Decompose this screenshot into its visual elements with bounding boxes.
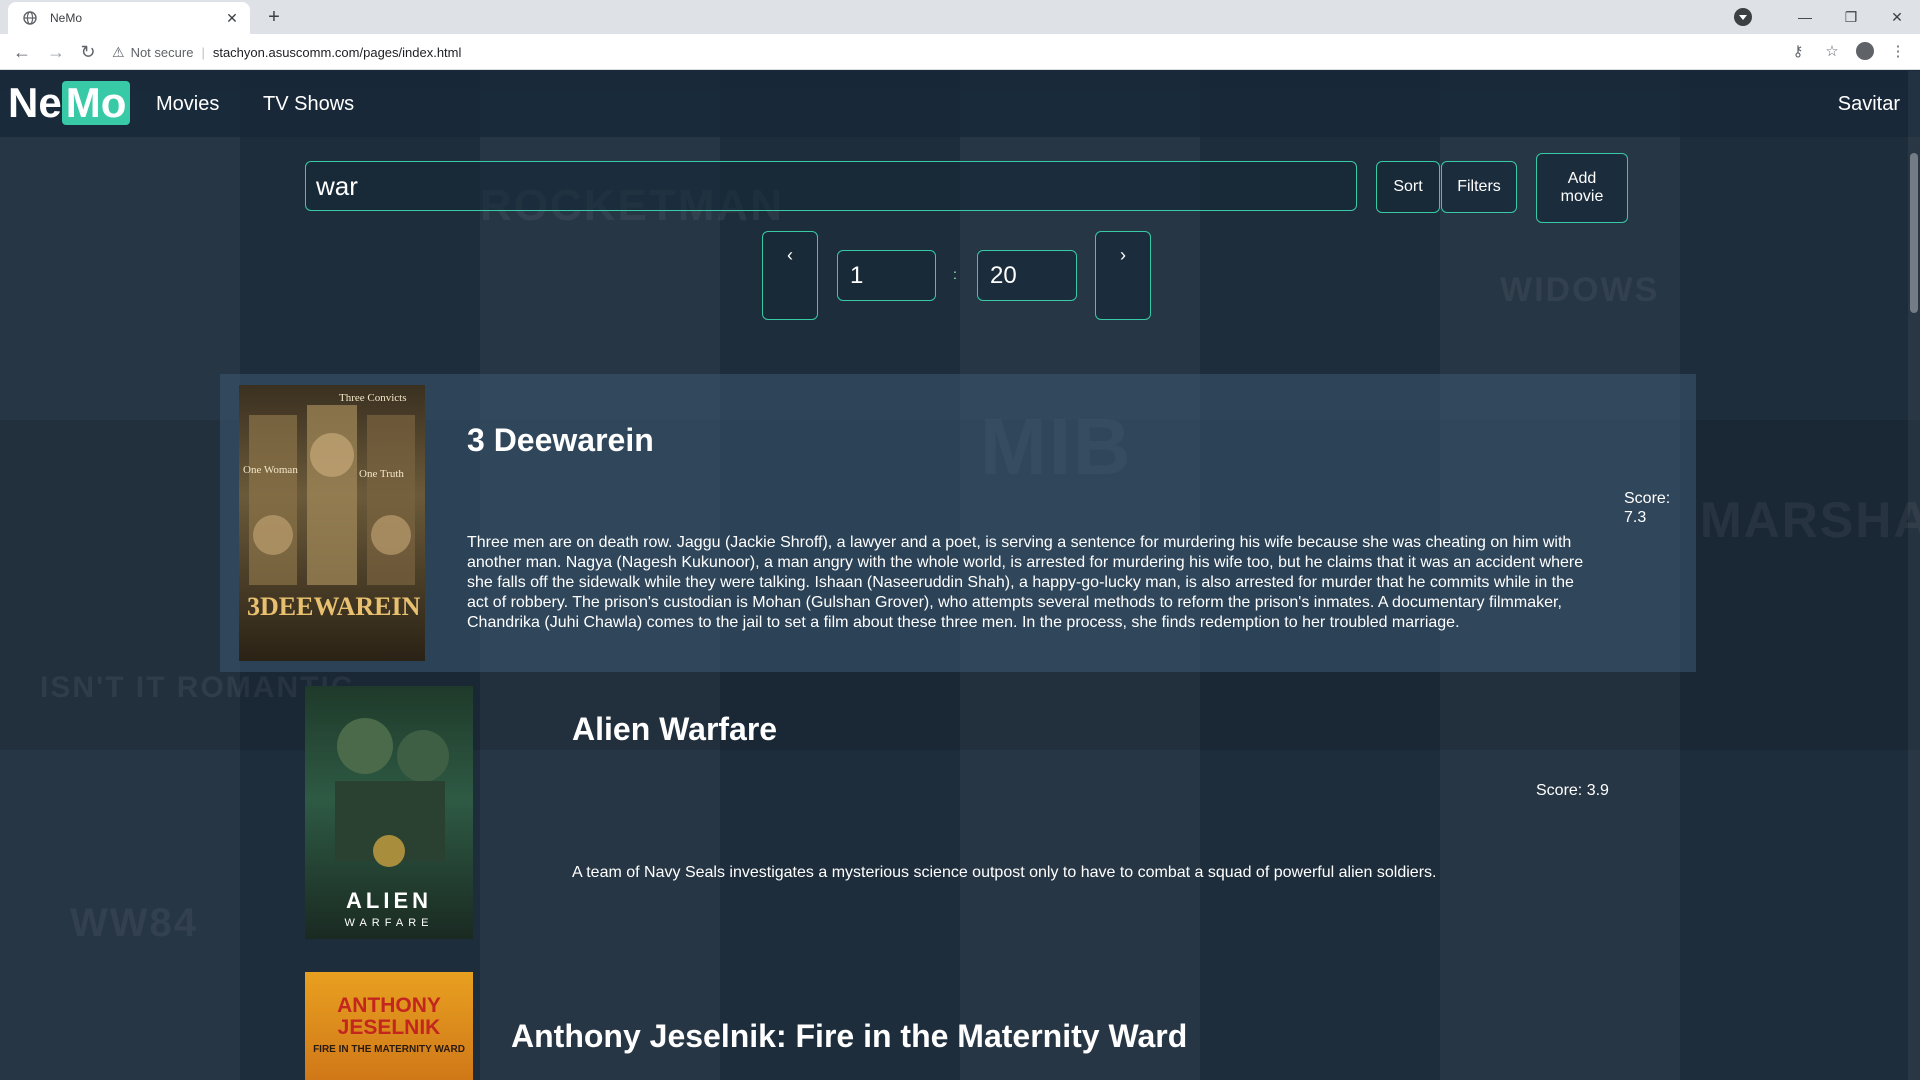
tab-search-icon[interactable] (1734, 8, 1752, 26)
movie-card[interactable]: ANTHONY JESELNIK FIRE IN THE MATERNITY W… (305, 972, 1625, 1080)
background-poster-text: WW84 (70, 901, 198, 945)
movie-title[interactable]: 3 Deewarein (467, 422, 654, 459)
page-number-input[interactable]: 1 (837, 250, 936, 301)
background-poster-text: WIDOWS (1500, 271, 1660, 309)
poster-text-1: ANTHONY (337, 994, 441, 1017)
poster-text-2: One Woman (243, 464, 298, 476)
poster-text-1: ALIEN (346, 888, 432, 913)
poster-text-2: WARFARE (345, 917, 434, 929)
movie-poster[interactable]: ALIEN WARFARE (305, 686, 473, 939)
next-page-button[interactable]: › (1095, 231, 1151, 320)
movie-card[interactable]: Three Convicts One Woman One Truth 3DEEW… (220, 374, 1696, 672)
pagination-separator: : (953, 266, 957, 282)
movie-title[interactable]: Alien Warfare (572, 711, 777, 748)
movie-score: 7.3 (1624, 509, 1647, 526)
warning-icon: ⚠ (112, 43, 125, 60)
poster-text-1: Three Convicts (339, 392, 407, 404)
star-icon[interactable]: ☆ (1822, 42, 1842, 60)
movie-poster[interactable]: ANTHONY JESELNIK FIRE IN THE MATERNITY W… (305, 972, 473, 1080)
nav-tv-shows-link[interactable]: TV Shows (263, 93, 354, 116)
movie-title[interactable]: Anthony Jeselnik: Fire in the Maternity … (511, 1018, 1187, 1055)
new-tab-button[interactable]: + (262, 6, 286, 30)
address-bar[interactable]: ⚠ Not secure | stachyon.asuscomm.com/pag… (112, 38, 1752, 66)
movie-score-label: Score: (1624, 490, 1671, 507)
nav-movies-link[interactable]: Movies (156, 93, 219, 116)
movie-score: Score: 3.9 (1536, 782, 1609, 799)
movie-poster[interactable]: Three Convicts One Woman One Truth 3DEEW… (239, 385, 425, 661)
poster-text-3: One Truth (359, 468, 404, 480)
poster-text-3: FIRE IN THE MATERNITY WARD (313, 1044, 465, 1055)
key-icon[interactable]: ⚷ (1788, 42, 1808, 60)
search-input[interactable] (305, 161, 1357, 211)
poster-text-4: 3DEEWAREIN (247, 592, 421, 621)
scrollbar[interactable] (1908, 71, 1920, 1080)
scrollbar-thumb[interactable] (1910, 153, 1918, 313)
add-movie-button[interactable]: Add movie (1536, 153, 1628, 223)
close-tab-icon[interactable]: ✕ (224, 10, 240, 27)
page: ROCKETMAN MIB WIDOWS ISN'T IT ROMANTIC W… (0, 71, 1920, 1080)
movie-description: A team of Navy Seals investigates a myst… (572, 864, 1437, 881)
nemo-logo[interactable]: Ne Mo (8, 79, 131, 126)
per-page-input[interactable]: 20 (977, 250, 1077, 301)
close-window-icon[interactable]: ✕ (1874, 9, 1920, 26)
browser-tab[interactable]: NeMo ✕ (8, 2, 250, 34)
reload-icon[interactable]: ↻ (76, 40, 100, 64)
minimize-icon[interactable]: — (1782, 9, 1828, 25)
not-secure-label: Not secure (130, 44, 194, 60)
background-poster-text: MARSHALL (1700, 492, 1920, 548)
movie-description: Three men are on death row. Jaggu (Jacki… (467, 534, 1584, 631)
logo-ne: Ne (8, 79, 62, 126)
site-navbar: Ne Mo Movies TV Shows Savitar (0, 71, 1920, 137)
browser-tabbar: NeMo ✕ + — ❐ ✕ (0, 0, 1920, 34)
filters-button[interactable]: Filters (1441, 161, 1517, 213)
profile-icon[interactable] (1856, 42, 1874, 60)
logo-mo: Mo (61, 81, 131, 125)
omnibox-separator: | (201, 44, 205, 60)
poster-text-2: JESELNIK (338, 1016, 441, 1039)
prev-page-button[interactable]: ‹ (762, 231, 818, 320)
tab-title: NeMo (50, 11, 83, 25)
sort-button[interactable]: Sort (1376, 161, 1440, 213)
movie-card[interactable]: ALIEN WARFARE Alien Warfare Score: 3.9 A… (305, 686, 1625, 941)
back-icon[interactable]: ← (10, 40, 34, 64)
globe-icon (22, 10, 38, 26)
browser-toolbar: ← → ↻ ⚠ Not secure | stachyon.asuscomm.c… (0, 34, 1920, 70)
restore-icon[interactable]: ❐ (1828, 9, 1874, 26)
user-menu[interactable]: Savitar (1838, 93, 1900, 116)
menu-icon[interactable]: ⋮ (1888, 42, 1908, 60)
forward-icon[interactable]: → (44, 40, 68, 64)
url-text: stachyon.asuscomm.com/pages/index.html (212, 44, 462, 60)
